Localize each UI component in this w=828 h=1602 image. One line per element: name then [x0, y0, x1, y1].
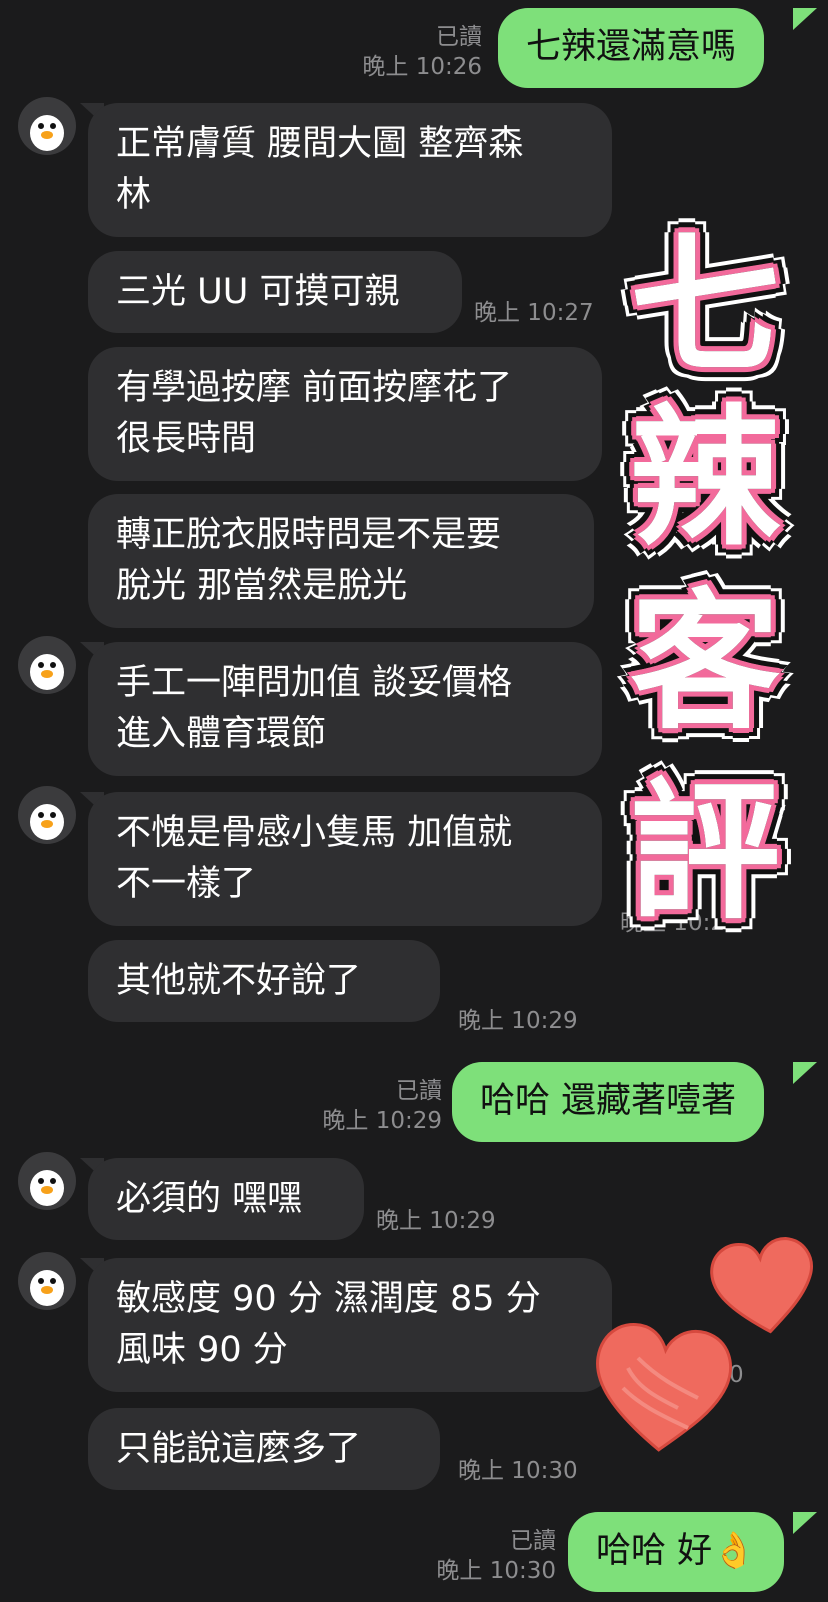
read-receipt: 已讀 — [396, 1078, 442, 1104]
incoming-message[interactable]: 必須的 嘿嘿 — [88, 1158, 364, 1240]
sticker-char: 七 — [629, 220, 780, 394]
contact-avatar[interactable] — [18, 1152, 76, 1210]
penguin-icon — [30, 1270, 64, 1306]
incoming-message[interactable]: 敏感度 90 分 濕潤度 85 分 風味 90 分 — [88, 1258, 612, 1392]
bubble-tail — [793, 1062, 817, 1084]
read-receipt: 已讀 — [510, 1528, 556, 1554]
message-timestamp: 晚上 10:30 — [436, 1558, 556, 1584]
read-receipt: 已讀 — [436, 24, 482, 50]
contact-avatar[interactable] — [18, 786, 76, 844]
penguin-icon — [30, 1170, 64, 1206]
incoming-message[interactable]: 其他就不好說了 — [88, 940, 440, 1022]
sticker-char: 評 — [629, 766, 780, 940]
outgoing-message[interactable]: 哈哈 還藏著噎著 — [452, 1062, 765, 1142]
incoming-message[interactable]: 正常膚質 腰間大圖 整齊森 林 — [88, 103, 612, 237]
sticker-char: 辣 — [629, 392, 780, 566]
sticker-char: 客 — [629, 576, 780, 750]
penguin-icon — [30, 115, 64, 151]
incoming-message[interactable]: 有學過按摩 前面按摩花了 很長時間 — [88, 347, 602, 481]
penguin-icon — [30, 804, 64, 840]
penguin-icon — [30, 654, 64, 690]
message-timestamp: 晚上 10:26 — [362, 54, 482, 80]
message-timestamp: 晚上 10:29 — [322, 1108, 442, 1134]
contact-avatar[interactable] — [18, 1252, 76, 1310]
incoming-message[interactable]: 三光 UU 可摸可親 — [88, 251, 462, 333]
bubble-tail — [793, 8, 817, 30]
outgoing-message[interactable]: 哈哈 好👌 — [568, 1512, 784, 1592]
contact-avatar[interactable] — [18, 97, 76, 155]
incoming-message[interactable]: 轉正脫衣服時問是不是要 脫光 那當然是脫光 — [88, 494, 594, 628]
heart-sticker-icon — [596, 1323, 732, 1452]
message-timestamp: 晚上 10:27 — [474, 300, 594, 326]
contact-avatar[interactable] — [18, 636, 76, 694]
bubble-tail — [793, 1512, 817, 1534]
message-timestamp: 晚上 10:29 — [376, 1208, 496, 1234]
incoming-message[interactable]: 手工一陣問加值 談妥價格 進入體育環節 — [88, 642, 602, 776]
message-timestamp: 晚上 10:29 — [458, 1008, 578, 1034]
outgoing-message[interactable]: 七辣還滿意嗎 — [498, 8, 765, 88]
incoming-message[interactable]: 只能說這麼多了 — [88, 1408, 440, 1490]
message-timestamp: 晚上 10:30 — [458, 1458, 578, 1484]
incoming-message[interactable]: 不愧是骨感小隻馬 加值就 不一樣了 — [88, 792, 602, 926]
